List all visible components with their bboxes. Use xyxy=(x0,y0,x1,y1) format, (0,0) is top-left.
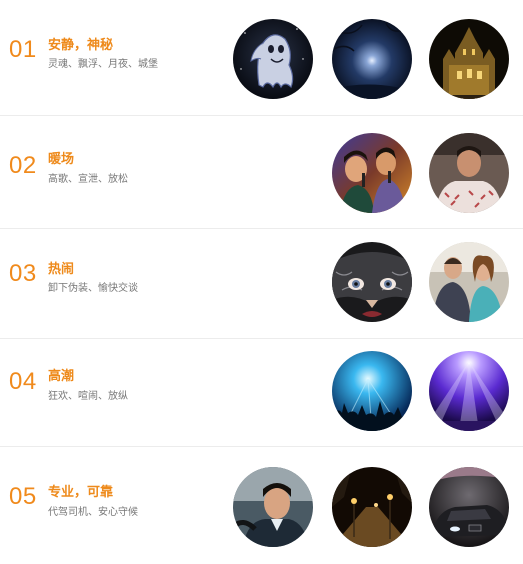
list-item: 02 暖场 高歌、宣泄、放松 xyxy=(0,115,523,229)
mood-list: 01 安静，神秘 灵魂、飘浮、月夜、城堡 02 暖场 高歌、宣泄、放松 03 热… xyxy=(0,0,523,563)
relaxing-man-image xyxy=(429,133,509,213)
row-subtitle: 卸下伪装、愉快交谈 xyxy=(48,283,138,294)
row-title: 高潮 xyxy=(48,369,75,384)
row-title: 热闹 xyxy=(48,262,75,277)
luxury-car-image xyxy=(429,467,509,547)
night-street-image xyxy=(332,467,412,547)
row-title: 暖场 xyxy=(48,152,75,167)
list-item: 03 热闹 卸下伪装、愉快交谈 xyxy=(0,228,523,339)
driver-image xyxy=(233,467,313,547)
list-item: 05 专业，可靠 代驾司机、安心守候 xyxy=(0,446,523,564)
row-subtitle: 代驾司机、安心守候 xyxy=(48,507,138,518)
row-title: 专业，可靠 xyxy=(48,485,114,500)
castle-night-image xyxy=(429,19,509,99)
masquerade-mask-image xyxy=(332,242,412,322)
ghost-image xyxy=(233,19,313,99)
stage-lights-image xyxy=(429,351,509,431)
list-item: 04 高潮 狂欢、喧闹、放纵 xyxy=(0,338,523,447)
row-number: 04 xyxy=(9,368,37,395)
row-title: 安静，神秘 xyxy=(48,38,114,53)
row-number: 03 xyxy=(9,260,37,287)
list-item: 01 安静，神秘 灵魂、飘浮、月夜、城堡 xyxy=(0,0,523,115)
concert-crowd-image xyxy=(332,351,412,431)
moonlit-night-image xyxy=(332,19,412,99)
row-number: 05 xyxy=(9,483,37,510)
row-subtitle: 高歌、宣泄、放松 xyxy=(48,174,128,185)
row-number: 02 xyxy=(9,152,37,179)
row-number: 01 xyxy=(9,36,37,63)
row-subtitle: 灵魂、飘浮、月夜、城堡 xyxy=(48,59,158,70)
karaoke-singers-image xyxy=(332,133,412,213)
row-subtitle: 狂欢、喧闹、放纵 xyxy=(48,391,128,402)
chatting-couple-image xyxy=(429,242,509,322)
